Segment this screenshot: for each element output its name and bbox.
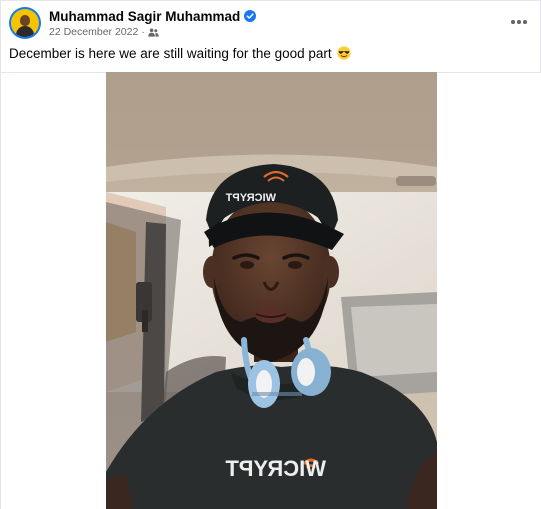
- more-options-icon[interactable]: [508, 13, 530, 31]
- meta-separator: ·: [141, 26, 145, 38]
- author-avatar[interactable]: [9, 7, 41, 39]
- cap-logo-text: WICRYPT: [225, 192, 276, 204]
- selfie-illustration: WICRYPT WICRYPT: [106, 72, 437, 509]
- verified-badge-icon: [244, 10, 257, 22]
- smiling-face-with-sunglasses-emoji: [337, 46, 352, 60]
- post-photo[interactable]: WICRYPT WICRYPT: [106, 72, 437, 509]
- shirt-logo-text: WICRYPT: [225, 456, 326, 481]
- post-caption: December is here we are still waiting fo…: [9, 45, 529, 63]
- facebook-post: Muhammad Sagir Muhammad 22 December 2022…: [0, 0, 541, 509]
- post-meta: 22 December 2022 ·: [49, 26, 159, 38]
- author-name[interactable]: Muhammad Sagir Muhammad: [49, 9, 240, 24]
- friends-icon[interactable]: [148, 28, 159, 37]
- name-row: Muhammad Sagir Muhammad: [49, 8, 257, 24]
- post-date[interactable]: 22 December 2022: [49, 26, 138, 38]
- avatar-image: [11, 9, 39, 37]
- caption-text: December is here we are still waiting fo…: [9, 46, 332, 61]
- post-header: Muhammad Sagir Muhammad 22 December 2022…: [1, 1, 541, 43]
